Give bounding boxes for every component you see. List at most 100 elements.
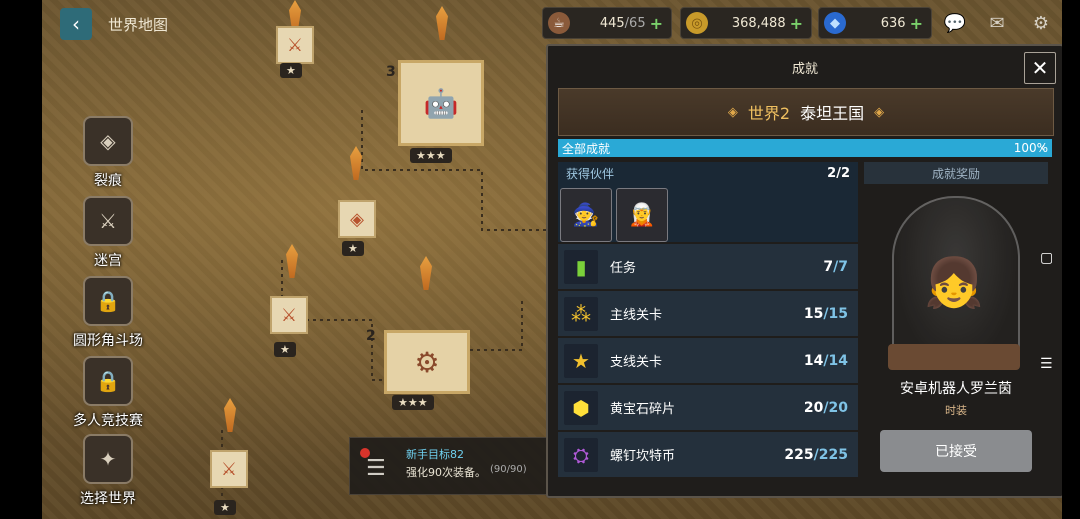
stage-stars: ★ xyxy=(214,500,236,515)
accepted-button[interactable]: 已接受 xyxy=(880,430,1032,472)
all-achievements-bar: 全部成就 100% xyxy=(558,139,1052,157)
side-menu-colosseum[interactable]: 🔒 多人竞技赛 xyxy=(70,356,146,430)
achievement-row: ▮ 任务 7/7 xyxy=(558,244,858,289)
system-home-icon[interactable]: ▢ xyxy=(1040,250,1053,266)
world-name: 泰坦王国 xyxy=(800,104,865,123)
stage-stars: ★ xyxy=(274,342,296,357)
stage-number: 3 xyxy=(386,64,396,80)
achievement-count: 14/14 xyxy=(803,352,848,369)
add-gold-button[interactable]: + xyxy=(790,14,803,33)
mission-title: 新手目标82 xyxy=(406,448,464,461)
add-gem-button[interactable]: + xyxy=(910,14,923,33)
side-menu-label: 选择世界 xyxy=(80,491,136,507)
reward-header: 成就奖励 xyxy=(864,162,1048,184)
side-menu-label: 多人竞技赛 xyxy=(73,413,143,429)
reward-type: 时装 xyxy=(945,404,967,417)
reward-name: 安卓机器人罗兰茵 xyxy=(900,381,1012,397)
world-select-icon: ✦ xyxy=(83,434,133,484)
partners-row: 🧙 🧝 xyxy=(558,184,858,242)
reward-column: 成就奖励 👧 安卓机器人罗兰茵 时装 已接受 xyxy=(864,162,1048,472)
gold-chip[interactable]: ◎ 368,488 + xyxy=(680,7,812,39)
costume-figure-icon: 👧 xyxy=(924,255,984,311)
partner-card[interactable]: 🧝 xyxy=(616,188,668,242)
stamina-value: 445/65 xyxy=(599,15,646,31)
partner-card[interactable]: 🧙 xyxy=(560,188,612,242)
partner-avatar-icon: 🧝 xyxy=(628,202,656,228)
diamond-icon: ◈ xyxy=(874,104,885,120)
achievement-row: ★ 支线关卡 14/14 xyxy=(558,338,858,383)
mission-tracker[interactable]: ☰ 新手目标82 强化90次装备。 (90/90) xyxy=(349,437,549,495)
gear-icon[interactable]: ⚙ xyxy=(1026,8,1056,38)
achievement-count: 20/20 xyxy=(803,399,848,416)
map-stage-node[interactable]: ⚔ xyxy=(276,26,314,64)
achievement-row: ⛭ 螺钉坎特币 225/225 xyxy=(558,432,858,477)
diamond-icon: ◈ xyxy=(727,104,738,120)
achievement-row: ⬢ 黄宝石碎片 20/20 xyxy=(558,385,858,430)
mission-progress: (90/90) xyxy=(490,464,527,475)
reward-display-dome: 👧 xyxy=(888,196,1020,370)
world-label: 世界2 xyxy=(747,104,791,123)
side-menu-rift[interactable]: ◈ 裂痕 xyxy=(70,116,146,190)
back-arrow-icon: ‹ xyxy=(72,12,80,36)
side-menu-label: 迷宫 xyxy=(94,253,122,269)
chat-icon[interactable]: 💬 xyxy=(940,8,970,38)
page-title: 世界地图 xyxy=(108,16,169,34)
achievement-label: 主线关卡 xyxy=(610,308,663,323)
system-recents-icon[interactable]: ☰ xyxy=(1040,356,1053,372)
side-menu-world-select[interactable]: ✦ 选择世界 xyxy=(70,434,146,508)
panel-title: 成就 xyxy=(791,62,818,77)
gold-value: 368,488 xyxy=(731,15,786,31)
mail-icon[interactable]: ✉ xyxy=(982,8,1012,38)
partners-header: 获得伙伴 2/2 xyxy=(558,162,858,184)
bolt-icon: ⛭ xyxy=(564,437,598,472)
labyrinth-icon: ⚔ xyxy=(83,196,133,246)
star-icon: ★ xyxy=(564,343,598,378)
stage-stars: ★★★ xyxy=(392,395,434,410)
map-stage-node[interactable]: ◈ xyxy=(338,200,376,238)
achievement-label: 螺钉坎特币 xyxy=(610,449,676,464)
system-back-icon[interactable]: ‹ xyxy=(1040,140,1046,156)
map-stage-node[interactable]: ⚔ xyxy=(210,450,248,488)
coffee-icon: ☕ xyxy=(548,12,570,34)
achievements-panel: 成就 ✕ ◈ 世界2 泰坦王国 ◈ 全部成就 100% 获得伙伴 2/2 🧙 🧝… xyxy=(546,44,1064,498)
side-menu-arena[interactable]: 🔒 圆形角斗场 xyxy=(70,276,146,350)
map-stage-2[interactable]: ⚙ xyxy=(384,330,470,394)
partners-label: 获得伙伴 xyxy=(566,166,615,181)
gem-chip[interactable]: ◆ 636 + xyxy=(818,7,932,39)
stage-stars: ★★★ xyxy=(410,148,452,163)
left-black-bar xyxy=(0,0,42,519)
arena-icon: 🔒 xyxy=(83,276,133,326)
close-icon: ✕ xyxy=(1031,56,1049,80)
partners-count: 2/2 xyxy=(827,165,850,181)
map-stage-boss-3[interactable]: 🤖 xyxy=(398,60,484,146)
gem-value: 636 xyxy=(880,15,906,31)
achievement-row: ⁂ 主线关卡 15/15 xyxy=(558,291,858,336)
achievement-count: 7/7 xyxy=(823,258,848,275)
stage-stars: ★ xyxy=(342,241,364,256)
side-menu-labyrinth[interactable]: ⚔ 迷宫 xyxy=(70,196,146,270)
close-button[interactable]: ✕ xyxy=(1024,52,1056,84)
gold-coin-icon: ◎ xyxy=(686,12,708,34)
add-stamina-button[interactable]: + xyxy=(650,14,663,33)
side-menu-label: 裂痕 xyxy=(94,173,122,189)
right-black-bar xyxy=(1062,0,1080,519)
achievement-list: 获得伙伴 2/2 🧙 🧝 ▮ 任务 7/7 ⁂ 主线关卡 15/15 ★ 支线关… xyxy=(558,162,858,477)
world-header: ◈ 世界2 泰坦王国 ◈ xyxy=(558,88,1054,136)
stage-number: 2 xyxy=(366,328,376,344)
achievement-count: 225/225 xyxy=(784,446,848,463)
gem-icon: ◆ xyxy=(824,12,846,34)
stage-stars: ★ xyxy=(280,63,302,78)
achievement-count: 15/15 xyxy=(803,305,848,322)
stamina-chip[interactable]: ☕ 445/65 + xyxy=(542,7,672,39)
rift-icon: ◈ xyxy=(83,116,133,166)
mission-desc: 强化90次装备。 xyxy=(406,466,486,479)
achievement-label: 黄宝石碎片 xyxy=(610,402,676,417)
map-stage-node[interactable]: ⚔ xyxy=(270,296,308,334)
colosseum-icon: 🔒 xyxy=(83,356,133,406)
partner-avatar-icon: 🧙 xyxy=(572,202,600,228)
all-achievements-label: 全部成就 xyxy=(562,141,611,156)
back-button[interactable]: ‹ xyxy=(60,8,92,40)
achievement-label: 支线关卡 xyxy=(610,355,663,370)
stars-icon: ⁂ xyxy=(564,296,598,331)
menu-icon: ☰ xyxy=(366,456,386,481)
